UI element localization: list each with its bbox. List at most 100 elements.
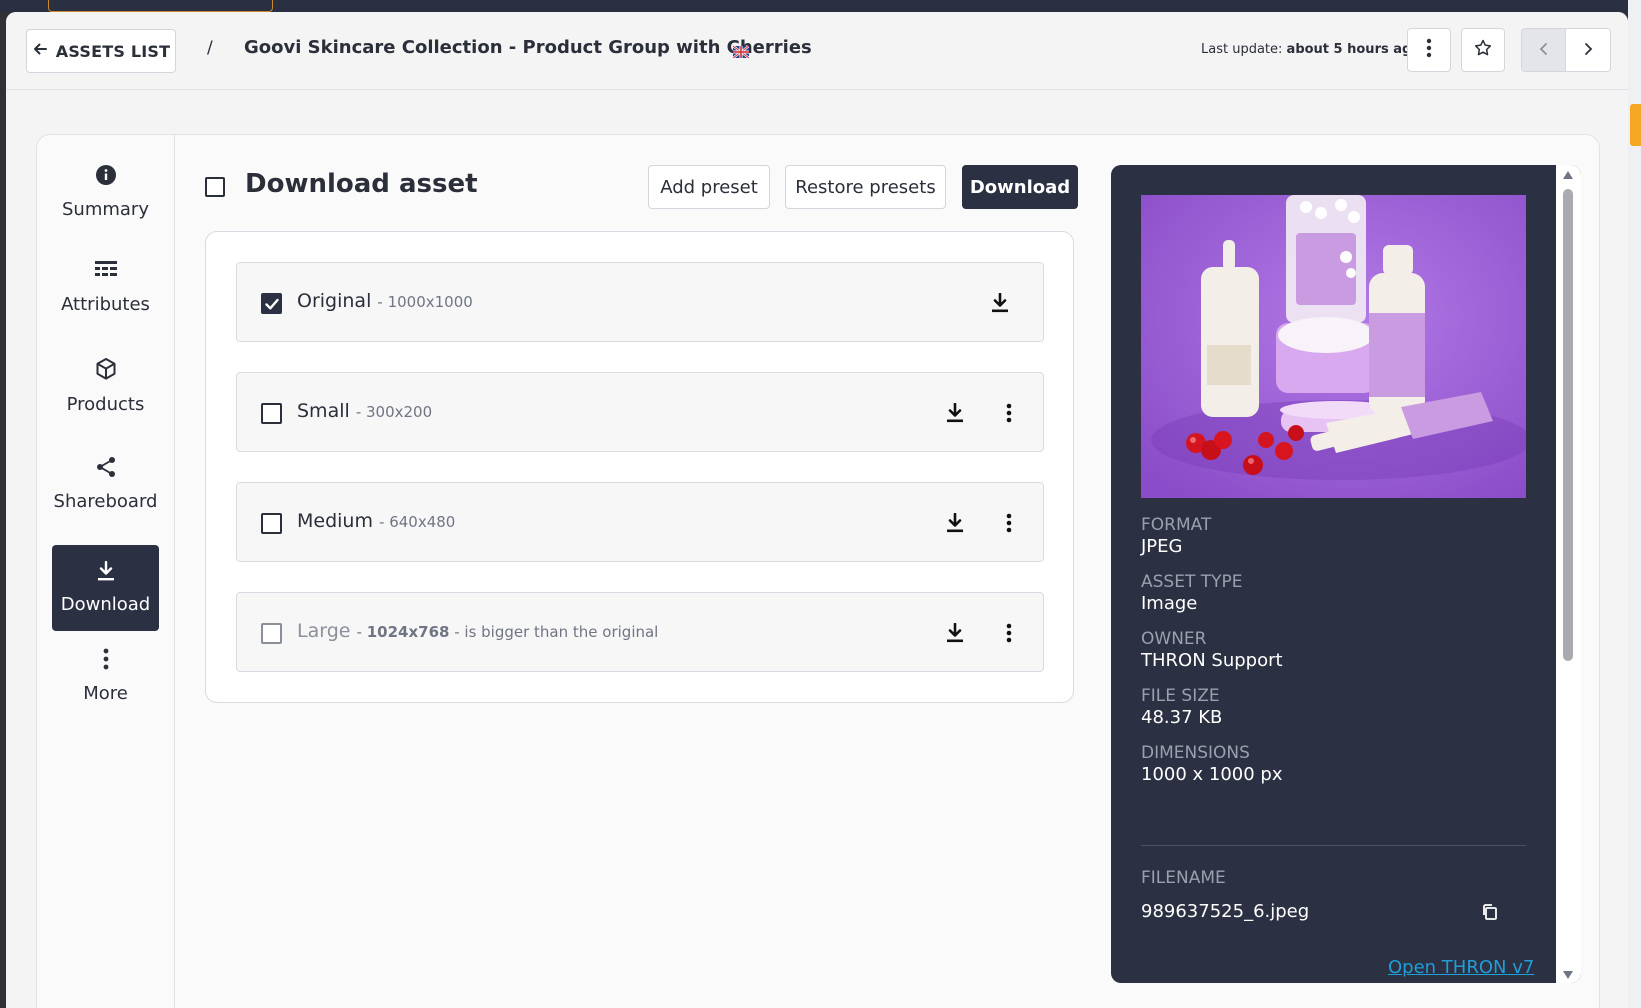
share-icon — [95, 456, 117, 483]
info-divider — [1141, 845, 1526, 846]
asset-thumbnail — [1141, 195, 1531, 498]
download-button[interactable]: Download — [962, 165, 1078, 209]
preset-dimensions: 1024x768 — [366, 623, 450, 641]
background-app-edge — [1628, 0, 1641, 1008]
owner-label: OWNER — [1141, 629, 1207, 649]
add-preset-button[interactable]: Add preset — [648, 165, 770, 209]
download-title: Download asset — [245, 169, 478, 199]
asset-type-field: ASSET TYPE Image — [1141, 572, 1243, 614]
scroll-down-arrow-icon[interactable] — [1563, 971, 1573, 979]
preset-dimensions: - 300x200 — [355, 403, 433, 421]
more-vertical-icon[interactable] — [1001, 511, 1017, 535]
copy-icon[interactable] — [1481, 903, 1499, 921]
preset-dimensions-prefix: - — [356, 623, 367, 641]
assets-list-back-button[interactable]: ASSETS LIST — [26, 29, 176, 73]
download-icon[interactable] — [944, 511, 966, 535]
background-badge — [1630, 104, 1641, 146]
asset-sidebar: Summary Attributes Products Shareboard D… — [37, 135, 175, 1008]
dimensions-value: 1000 x 1000 px — [1141, 764, 1283, 785]
more-vertical-icon — [103, 648, 109, 675]
format-field: FORMAT JPEG — [1141, 515, 1211, 557]
download-icon[interactable] — [944, 401, 966, 425]
uk-flag-icon[interactable] — [732, 43, 750, 59]
preset-label: Original - 1000x1000 — [297, 290, 473, 312]
chevron-right-icon — [1583, 41, 1593, 60]
file-size-label: FILE SIZE — [1141, 686, 1220, 706]
asset-info-panel: FORMAT JPEG ASSET TYPE Image OWNER THRON… — [1111, 165, 1581, 983]
preset-row-original[interactable]: Original - 1000x1000 — [236, 262, 1044, 342]
modal-header: ASSETS LIST / Goovi Skincare Collection … — [6, 12, 1628, 90]
more-vertical-icon — [1426, 38, 1432, 62]
filename-label: FILENAME — [1141, 868, 1226, 888]
scroll-up-arrow-icon[interactable] — [1563, 171, 1573, 179]
asset-detail-modal: ASSETS LIST / Goovi Skincare Collection … — [6, 12, 1628, 1008]
more-vertical-icon[interactable] — [1001, 621, 1017, 645]
background-tab — [48, 0, 273, 12]
preset-checkbox[interactable] — [261, 403, 282, 424]
preset-checkbox[interactable] — [261, 623, 282, 644]
preset-checkbox[interactable] — [261, 513, 282, 534]
info-icon — [95, 164, 117, 191]
file-size-value: 48.37 KB — [1141, 707, 1223, 728]
preset-name: Small — [297, 400, 350, 422]
more-actions-button[interactable] — [1407, 28, 1451, 72]
download-icon[interactable] — [944, 621, 966, 645]
info-scrollbar[interactable] — [1556, 165, 1581, 983]
dimensions-field: DIMENSIONS 1000 x 1000 px — [1141, 743, 1283, 785]
asset-title: Goovi Skincare Collection - Product Grou… — [244, 37, 812, 58]
preset-label: Medium - 640x480 — [297, 510, 455, 532]
sidebar-item-download[interactable]: Download — [52, 545, 159, 631]
star-icon — [1473, 38, 1493, 62]
scrollbar-thumb[interactable] — [1563, 189, 1573, 661]
asset-type-label: ASSET TYPE — [1141, 572, 1243, 592]
sidebar-item-more[interactable]: More — [52, 633, 159, 719]
previous-asset-button[interactable] — [1522, 29, 1567, 71]
asset-content-card: Summary Attributes Products Shareboard D… — [36, 134, 1600, 1008]
asset-navigation — [1521, 28, 1611, 72]
breadcrumb-separator: / — [207, 38, 213, 58]
format-value: JPEG — [1141, 536, 1183, 557]
sidebar-item-label: Download — [60, 594, 151, 615]
owner-value: THRON Support — [1141, 650, 1283, 671]
preset-label: Large - 1024x768 - is bigger than the or… — [297, 620, 658, 642]
last-update-label: Last update: — [1201, 42, 1283, 57]
preset-row-medium[interactable]: Medium - 640x480 — [236, 482, 1044, 562]
sidebar-item-label: Summary — [62, 199, 149, 220]
preset-name: Large — [297, 620, 351, 642]
more-vertical-icon[interactable] — [1001, 401, 1017, 425]
preset-dimensions: - 1000x1000 — [377, 293, 473, 311]
preset-note: - is bigger than the original — [454, 623, 659, 641]
select-all-checkbox[interactable] — [205, 177, 225, 197]
attributes-icon — [94, 261, 117, 286]
restore-presets-button[interactable]: Restore presets — [785, 165, 946, 209]
arrow-left-icon — [32, 41, 48, 61]
assets-list-label: ASSETS LIST — [55, 41, 171, 61]
sidebar-item-shareboard[interactable]: Shareboard — [52, 441, 159, 527]
sidebar-item-products[interactable]: Products — [52, 343, 159, 429]
asset-type-value: Image — [1141, 593, 1198, 614]
preset-row-small[interactable]: Small - 300x200 — [236, 372, 1044, 452]
download-icon[interactable] — [989, 291, 1011, 315]
file-size-field: FILE SIZE 48.37 KB — [1141, 686, 1222, 728]
owner-field: OWNER THRON Support — [1141, 629, 1283, 671]
dimensions-label: DIMENSIONS — [1141, 743, 1250, 763]
preset-checkbox[interactable] — [261, 293, 282, 314]
preset-dimensions: - 640x480 — [379, 513, 456, 531]
preset-dimensions-wrapper: - 1024x768 - is bigger than the original — [357, 623, 659, 641]
sidebar-item-label: Attributes — [61, 294, 150, 315]
favorite-button[interactable] — [1461, 28, 1505, 72]
preset-name: Original — [297, 290, 372, 312]
open-thron-link[interactable]: Open THRON v7 — [1388, 957, 1534, 978]
sidebar-item-summary[interactable]: Summary — [52, 149, 159, 235]
last-update-value: about 5 hours ago — [1286, 42, 1421, 57]
last-update: Last update: about 5 hours ago — [1201, 42, 1420, 57]
download-header: Download asset Add preset Restore preset… — [205, 165, 1078, 209]
preset-name: Medium — [297, 510, 373, 532]
sidebar-item-attributes[interactable]: Attributes — [52, 245, 159, 331]
filename-value: 989637525_6.jpeg — [1141, 901, 1310, 922]
preset-row-large[interactable]: Large - 1024x768 - is bigger than the or… — [236, 592, 1044, 672]
presets-list: Original - 1000x1000 Small - 300x200 Med… — [205, 231, 1074, 703]
preset-label: Small - 300x200 — [297, 400, 432, 422]
download-icon — [97, 560, 115, 586]
next-asset-button[interactable] — [1566, 29, 1610, 71]
